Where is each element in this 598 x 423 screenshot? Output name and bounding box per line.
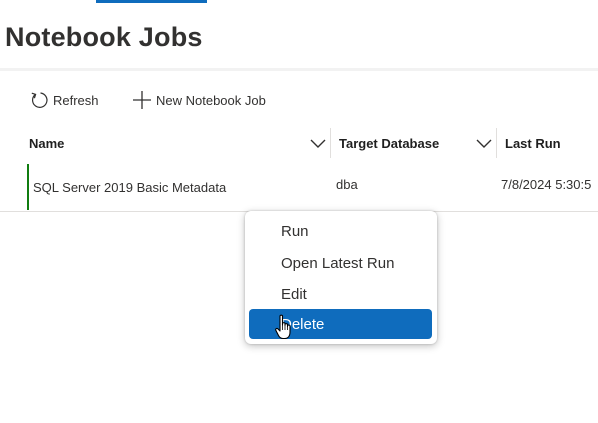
context-menu: Run Open Latest Run Edit Delete <box>245 211 437 344</box>
new-notebook-job-button[interactable]: New Notebook Job <box>132 89 266 111</box>
column-divider[interactable] <box>496 128 497 158</box>
refresh-label: Refresh <box>53 92 99 108</box>
plus-icon <box>132 90 152 110</box>
job-name-cell: SQL Server 2019 Basic Metadata <box>33 180 227 195</box>
header-divider <box>0 68 598 71</box>
target-database-column-chevron-down-icon[interactable] <box>475 136 493 152</box>
last-run-cell: 7/8/2024 5:30:5 <box>501 177 592 192</box>
table-row[interactable]: SQL Server 2019 Basic Metadata dba 7/8/2… <box>27 164 598 210</box>
column-header-name-label: Name <box>29 135 65 151</box>
menu-item-edit[interactable]: Edit <box>249 279 432 309</box>
target-database-cell: dba <box>336 177 358 192</box>
menu-item-open-latest-run[interactable]: Open Latest Run <box>249 248 432 278</box>
column-header-last-run[interactable]: Last Run <box>505 128 598 158</box>
active-tab-indicator <box>96 0 207 3</box>
menu-item-run[interactable]: Run <box>249 216 432 246</box>
page-title: Notebook Jobs <box>5 22 203 52</box>
column-divider[interactable] <box>330 128 331 158</box>
name-column-chevron-down-icon[interactable] <box>309 136 327 152</box>
refresh-button[interactable]: Refresh <box>29 89 99 111</box>
menu-item-open-latest-run-label: Open Latest Run <box>281 254 395 272</box>
column-header-name[interactable]: Name <box>29 128 329 158</box>
refresh-icon <box>29 90 49 110</box>
column-header-last-run-label: Last Run <box>505 135 561 151</box>
menu-item-run-label: Run <box>281 222 309 240</box>
menu-item-delete[interactable]: Delete <box>249 309 432 339</box>
new-notebook-job-label: New Notebook Job <box>156 92 266 108</box>
menu-item-delete-label: Delete <box>281 315 325 333</box>
notebook-jobs-page: Notebook Jobs Refresh New Notebook Job N… <box>0 0 598 423</box>
row-status-indicator <box>27 164 29 210</box>
column-header-target-database-label: Target Database <box>339 135 440 151</box>
menu-item-edit-label: Edit <box>281 285 307 303</box>
